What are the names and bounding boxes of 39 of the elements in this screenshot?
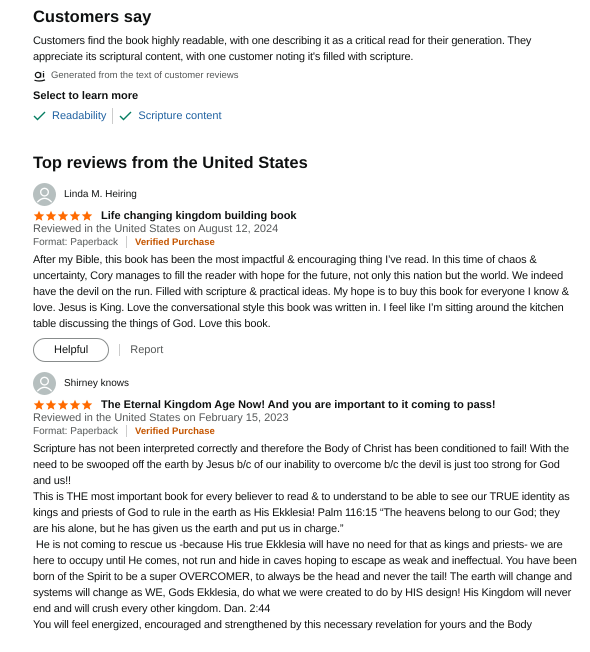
aspect-link[interactable]: Readability — [33, 110, 106, 122]
verified-purchase-label: Verified Purchase — [135, 426, 215, 436]
star-icon — [57, 399, 69, 411]
checkmark-icon — [119, 111, 132, 121]
ai-note: Generated from the text of customer reviews — [51, 70, 238, 80]
star-icon — [33, 399, 45, 411]
star-icon — [81, 399, 93, 411]
avatar-icon — [33, 183, 56, 206]
avatar-icon — [33, 372, 56, 395]
review-format: Format: Paperback — [33, 426, 118, 436]
select-label: Select to learn more — [33, 90, 140, 102]
star-icon — [81, 210, 93, 222]
review-title: Life changing kingdom building book — [101, 210, 297, 222]
report-link[interactable]: Report — [130, 344, 164, 356]
review-text: After my Bible, this book has been the most impactful & encouraging thing I’ve read. In this time of chaos & uncertainty, Cory manages to fill the reader with hope for the future, not only this nation but the world. We indeed have the devil on the run. Filled with scripture & practical ideas. My hope is to buy this book for everyone I know & love. Jesus is King. Love the conversational style this book was written in. I feel like I’m sitting around the kitchen table discussing the things of God. Love this book. — [33, 253, 570, 332]
star-icon — [33, 210, 45, 222]
summary-text: Customers find the book highly readable, with one describing it as a critical read for their generation. They appreciate its scriptural content, with one customer noting it's filled with scripture. — [33, 34, 532, 65]
reviewer-name: Shirney knows — [64, 378, 130, 389]
review-text: Scripture has not been interpreted correctly and therefore the Body of Christ has been conditioned to fail! With the need to be swooped off the earth by Jesus b/c of our inability to overcome b/c the devil is just too strong for God and us!! — [33, 442, 570, 489]
reviewer-name: Linda M. Heiring — [64, 189, 137, 200]
star-icon — [45, 210, 57, 222]
review-title: The Eternal Kingdom Age Now! And you are important to it coming to pass! — [101, 399, 496, 411]
star-icon — [69, 210, 81, 222]
review-text: You will feel energized, encouraged and strengthened by this necessary revelation for yours and the Body — [33, 618, 533, 633]
ai-icon — [33, 68, 47, 82]
review-date: Reviewed in the United States on August 12, 2024 — [33, 223, 280, 235]
star-icon — [57, 210, 69, 222]
section-title: Customers say — [33, 8, 152, 27]
review-text: He is not coming to rescue us -because His true Ekklesia will have no need for that as kings and priests- we are here to occupy until He comes, not run and hide in caves hoping to escape as weak and ineffectual. You have been born of the Spirit to be a super OVERCOMER, to always be the head and never the tail! The earth will change and systems will change as WE, Gods Ekklesia, do what we were created to do by HIS design! His Kingdom will never end and will crush every other kingdom. Dan. 2:44 — [33, 538, 578, 617]
star-icon — [69, 399, 81, 411]
review-format: Format: Paperback — [33, 236, 118, 248]
review-date: Reviewed in the United States on February 15, 2023 — [33, 412, 290, 424]
helpful-button[interactable]: Helpful — [33, 338, 110, 362]
checkmark-icon — [33, 111, 46, 121]
review-text: This is THE most important book for every believer to read & to understand to be able to see our TRUE identity as kings and priests of God to rule in the earth as His Ekklesia! Palm 116:15 “The heavens belong to our God; they are his alone, but he has given us the earth and put us in charge.” — [33, 490, 571, 537]
reviews-title: Top reviews from the United States — [33, 154, 309, 173]
star-icon — [45, 399, 57, 411]
verified-purchase-label: Verified Purchase — [135, 236, 215, 248]
aspect-link[interactable]: Scripture content — [119, 110, 222, 122]
